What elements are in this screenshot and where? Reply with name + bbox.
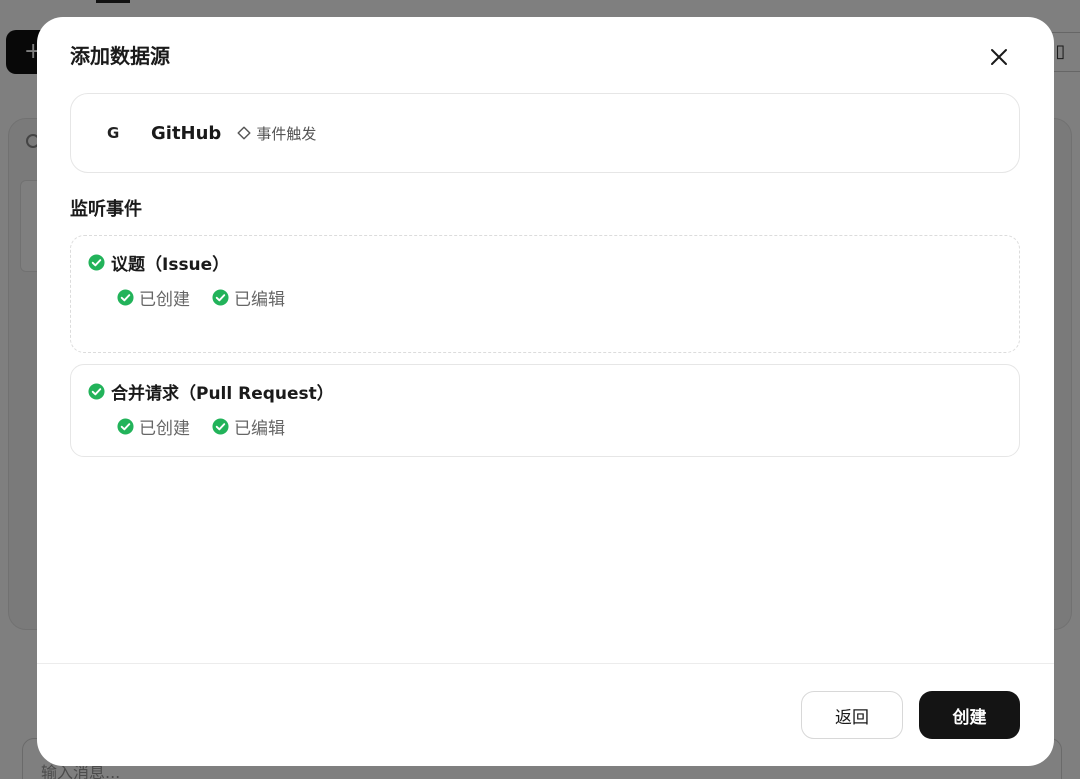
github-logo: G: [107, 124, 120, 142]
event-group-header[interactable]: 议题（Issue）: [88, 250, 1019, 275]
close-button[interactable]: [983, 41, 1015, 73]
event-group-issue: 议题（Issue） 已创建 已编辑: [70, 235, 1020, 353]
check-circle-icon: [117, 418, 134, 435]
event-group-title: 合并请求（Pull Request）: [111, 383, 334, 404]
check-circle-icon: [212, 418, 229, 435]
trigger-type-label: 事件触发: [256, 124, 317, 143]
sub-event-label: 已创建: [139, 419, 190, 439]
events-section-label: 监听事件: [70, 199, 142, 220]
footer-divider: [37, 663, 1054, 664]
sub-event-label: 已编辑: [234, 419, 285, 439]
data-source-card: G GitHub 事件触发: [70, 93, 1020, 173]
dialog-title: 添加数据源: [70, 44, 170, 68]
add-data-source-dialog: 添加数据源 G GitHub 事件触发 监听事件 议题（Issue） 已创建 已…: [37, 17, 1054, 766]
check-circle-icon: [117, 289, 134, 306]
sub-event-label: 已创建: [139, 290, 190, 310]
close-icon: [991, 49, 1007, 65]
diamond-outline-icon: [237, 126, 251, 140]
check-circle-icon: [212, 289, 229, 306]
check-circle-icon: [88, 382, 105, 400]
event-group-pull-request: 合并请求（Pull Request） 已创建 已编辑: [70, 364, 1020, 457]
sub-event-list: 已创建 已编辑: [117, 414, 1019, 439]
event-group-header[interactable]: 合并请求（Pull Request）: [88, 379, 1019, 404]
sub-event-edited[interactable]: 已编辑: [212, 414, 285, 439]
sub-event-created[interactable]: 已创建: [117, 414, 190, 439]
sub-event-list: 已创建 已编辑: [117, 285, 1019, 310]
sub-event-edited[interactable]: 已编辑: [212, 285, 285, 310]
trigger-type-tag: 事件触发: [237, 123, 316, 144]
event-group-title: 议题（Issue）: [111, 254, 230, 275]
sub-event-label: 已编辑: [234, 290, 285, 310]
data-source-name: GitHub: [151, 122, 222, 144]
sub-event-created[interactable]: 已创建: [117, 285, 190, 310]
check-circle-icon: [88, 253, 105, 271]
back-button[interactable]: 返回: [801, 691, 903, 739]
create-button[interactable]: 创建: [919, 691, 1020, 739]
